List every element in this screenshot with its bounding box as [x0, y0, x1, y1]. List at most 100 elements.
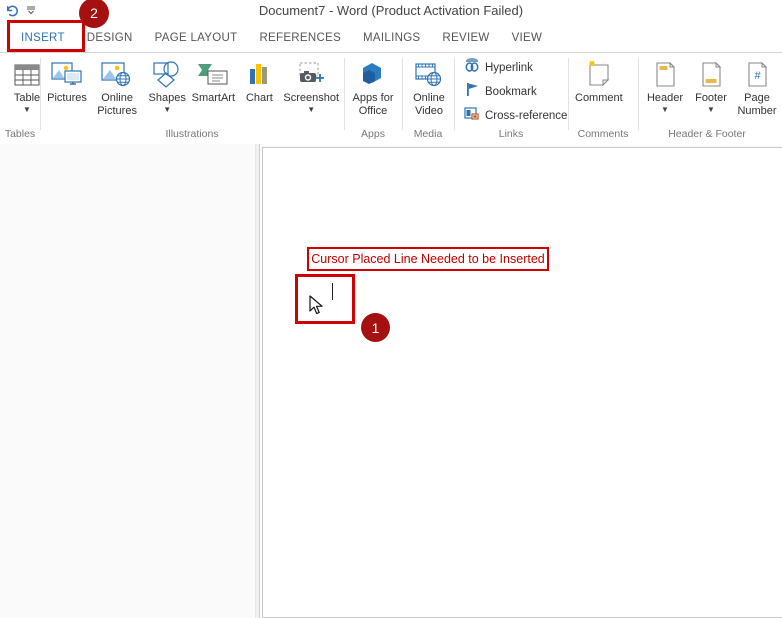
page-number-button-label: Page Number: [737, 92, 777, 117]
chart-button[interactable]: Chart: [236, 56, 282, 107]
ribbon-group-illustrations-body: Pictures Online Pictures Shapes ▼ SmartA…: [40, 53, 344, 128]
comment-icon: [583, 58, 615, 92]
online-pictures-button-label: Online Pictures: [97, 92, 137, 117]
ribbon-tab-strip: INSERT DESIGN PAGE LAYOUT REFERENCES MAI…: [0, 26, 782, 52]
online-pictures-button[interactable]: Online Pictures: [90, 56, 144, 119]
ribbon-group-header-footer-body: Header ▼ Footer ▼ # Page Number: [638, 53, 777, 128]
hyperlink-icon-svg: [465, 57, 479, 72]
shapes-button[interactable]: Shapes ▼: [144, 56, 190, 116]
smartart-icon-svg: [198, 64, 228, 85]
page-number-icon: #: [743, 58, 771, 92]
ribbon-group-tables-body: Table ▼: [0, 53, 40, 128]
left-pane: [0, 144, 255, 618]
apps-for-office-button-label: Apps for Office: [352, 92, 394, 117]
annotation-callout: Cursor Placed Line Needed to be Inserted: [307, 247, 549, 271]
tab-view[interactable]: VIEW: [501, 26, 554, 52]
apps-for-office-icon-svg: [363, 63, 381, 84]
smartart-button[interactable]: SmartArt: [190, 56, 236, 107]
word-application-window: Document7 - Word (Product Activation Fai…: [0, 0, 782, 618]
ribbon-group-media-body: Online Video: [402, 53, 454, 128]
shapes-icon: [151, 58, 183, 92]
bookmark-button-label: Bookmark: [485, 85, 537, 98]
pictures-icon: [51, 58, 83, 92]
screenshot-button[interactable]: Screenshot ▼: [282, 56, 340, 116]
svg-text:#: #: [754, 70, 761, 82]
pictures-button-label: Pictures: [47, 92, 87, 104]
ribbon-group-illustrations: Pictures Online Pictures Shapes ▼ SmartA…: [40, 53, 344, 143]
screenshot-icon: [294, 58, 328, 92]
online-video-button[interactable]: Online Video: [406, 56, 452, 119]
cross-reference-button[interactable]: Cross-reference: [460, 104, 571, 128]
bookmark-icon: [464, 82, 480, 102]
ribbon-group-comments: Comment Comments: [568, 53, 638, 143]
tab-mailings[interactable]: MAILINGS: [352, 26, 431, 52]
footer-icon: [697, 58, 725, 92]
header-button[interactable]: Header ▼: [642, 56, 688, 116]
pane-divider[interactable]: [255, 144, 260, 618]
online-video-button-label: Online Video: [413, 92, 445, 117]
apps-for-office-icon: [356, 58, 390, 92]
page-number-button[interactable]: # Page Number: [734, 56, 780, 119]
hyperlink-button[interactable]: Hyperlink: [460, 56, 537, 80]
comment-icon-svg: [589, 60, 610, 87]
insert-tab-highlight-box: [7, 20, 85, 52]
online-video-icon-svg: [415, 63, 442, 87]
cursor-highlight-box: [295, 274, 355, 324]
chevron-down-icon[interactable]: ▼: [163, 105, 171, 114]
screenshot-icon-svg: [299, 62, 325, 82]
step-badge-1: 1: [361, 313, 390, 342]
ribbon-group-illustrations-label: Illustrations: [165, 128, 219, 140]
hyperlink-button-label: Hyperlink: [485, 61, 533, 74]
bookmark-icon-svg: [467, 82, 478, 96]
header-button-label: Header: [646, 92, 684, 104]
table-icon-svg: [14, 64, 40, 86]
chevron-down-icon[interactable]: ▼: [707, 105, 715, 114]
ribbon-group-apps: Apps for Office Apps: [344, 53, 402, 143]
ribbon-group-comments-body: Comment: [568, 53, 638, 128]
chevron-down-icon[interactable]: ▼: [307, 105, 315, 114]
apps-for-office-button[interactable]: Apps for Office: [348, 56, 398, 119]
ribbon-group-comments-label: Comments: [577, 128, 629, 140]
tab-design[interactable]: DESIGN: [76, 26, 144, 52]
window-title: Document7 - Word (Product Activation Fai…: [258, 3, 524, 18]
document-page[interactable]: [262, 147, 782, 618]
comment-button[interactable]: Comment: [572, 56, 626, 107]
title-bar: Document7 - Word (Product Activation Fai…: [0, 0, 782, 24]
header-icon: [651, 58, 679, 92]
bookmark-button[interactable]: Bookmark: [460, 80, 541, 104]
chart-icon-svg: [250, 64, 268, 84]
cross-reference-icon-svg: [464, 106, 479, 120]
footer-button[interactable]: Footer ▼: [688, 56, 734, 116]
tab-page-layout[interactable]: PAGE LAYOUT: [144, 26, 249, 52]
online-pictures-icon: [101, 58, 133, 92]
tab-references[interactable]: REFERENCES: [248, 26, 352, 52]
header-icon-svg: [656, 61, 676, 87]
text-caret-icon: [332, 283, 333, 300]
chevron-down-icon[interactable]: ▼: [661, 105, 669, 114]
online-pictures-icon-svg: [101, 62, 131, 87]
ribbon-group-links-label: Links: [498, 128, 524, 140]
online-video-icon: [413, 58, 445, 92]
ribbon-group-links-body: Hyperlink Bookmark Cross-reference: [454, 53, 568, 128]
pictures-button[interactable]: Pictures: [44, 56, 90, 107]
chart-button-label: Chart: [245, 92, 273, 104]
ribbon-group-header-footer: Header ▼ Footer ▼ # Page Number Header &…: [638, 53, 777, 143]
mouse-pointer-icon: [308, 294, 328, 323]
chevron-down-icon[interactable]: ▼: [23, 105, 31, 114]
annotation-callout-text: Cursor Placed Line Needed to be Inserted: [311, 252, 545, 266]
cross-reference-icon: [464, 106, 480, 126]
page-number-icon-svg: #: [748, 61, 768, 87]
smartart-icon: [196, 58, 230, 92]
screenshot-button-label: Screenshot: [283, 92, 340, 104]
ribbon-group-tables: Table ▼ Tables: [0, 53, 40, 143]
shapes-icon-svg: [153, 61, 179, 88]
pictures-icon-svg: [51, 62, 82, 85]
comment-button-label: Comment: [575, 92, 623, 104]
table-icon: [12, 58, 42, 92]
hyperlink-icon: [464, 57, 480, 78]
ribbon-group-media-label: Media: [413, 128, 443, 140]
smartart-button-label: SmartArt: [191, 92, 236, 104]
tab-review[interactable]: REVIEW: [431, 26, 500, 52]
shapes-button-label: Shapes: [148, 92, 186, 104]
chart-icon: [245, 58, 273, 92]
